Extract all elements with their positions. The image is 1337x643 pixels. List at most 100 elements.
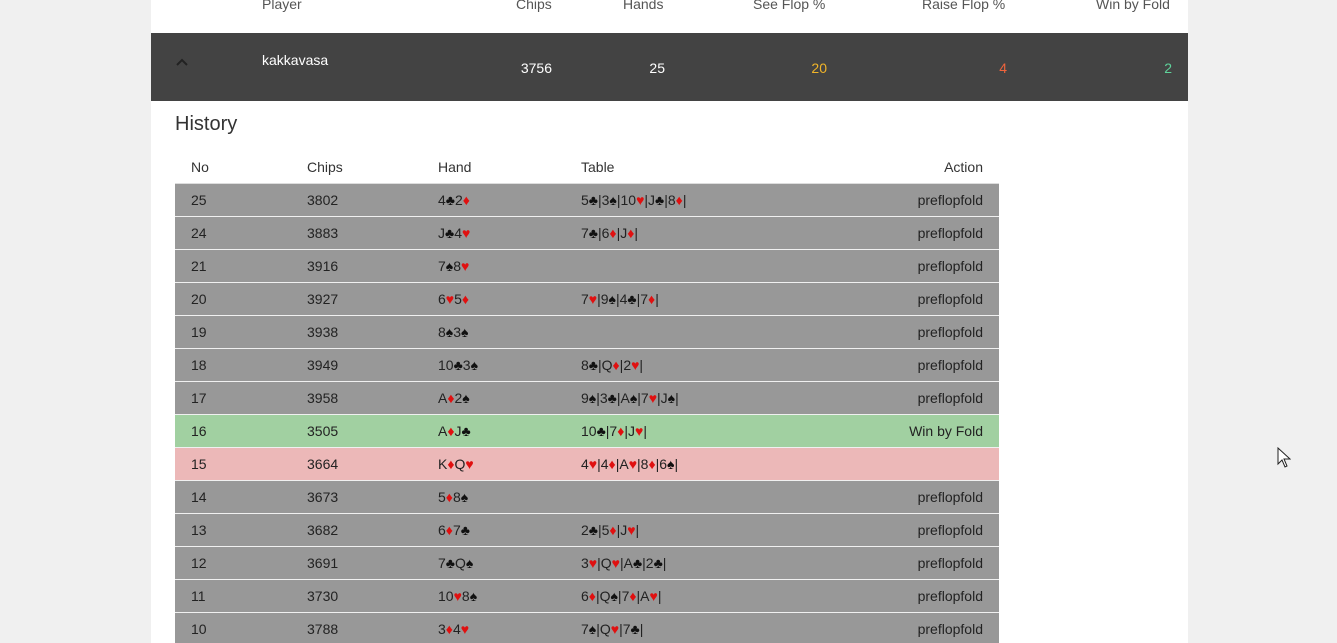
- history-hand: 6♥5♦: [422, 282, 565, 316]
- history-hand: J♣4♥: [422, 216, 565, 250]
- history-hand: A♦J♣: [422, 414, 565, 448]
- history-chips: 3916: [291, 249, 422, 283]
- history-action: preflopfold: [801, 315, 999, 349]
- col-action: Action: [801, 150, 999, 184]
- history-action: preflopfold: [801, 480, 999, 514]
- table-row: 21 3916 7♠8♥ preflopfold: [175, 249, 999, 283]
- table-row: 24 3883 J♣4♥ 7♣|6♦|J♦| preflopfold: [175, 216, 999, 250]
- history-chips: 3788: [291, 612, 422, 643]
- history-no: 15: [175, 447, 291, 481]
- table-row: 13 3682 6♦7♣ 2♣|5♦|J♥| preflopfold: [175, 513, 999, 547]
- history-chips: 3802: [291, 183, 422, 217]
- history-action: preflopfold: [801, 348, 999, 382]
- player-win-by-fold: 2: [1164, 60, 1172, 76]
- history-no: 16: [175, 414, 291, 448]
- history-hand: 6♦7♣: [422, 513, 565, 547]
- player-see-flop: 20: [811, 60, 827, 76]
- history-board: 5♣|3♠|10♥|J♣|8♦|: [565, 183, 801, 217]
- history-no: 10: [175, 612, 291, 643]
- history-hand: 10♣3♠: [422, 348, 565, 382]
- chevron-up-icon[interactable]: [175, 56, 189, 70]
- history-board: [565, 315, 801, 349]
- history-action: preflopfold: [801, 249, 999, 283]
- table-row: 18 3949 10♣3♠ 8♣|Q♦|2♥| preflopfold: [175, 348, 999, 382]
- history-chips: 3682: [291, 513, 422, 547]
- history-hand: 10♥8♠: [422, 579, 565, 613]
- history-chips: 3664: [291, 447, 422, 481]
- history-action: [801, 447, 999, 481]
- history-chips: 3949: [291, 348, 422, 382]
- history-no: 19: [175, 315, 291, 349]
- table-row: 16 3505 A♦J♣ 10♣|7♦|J♥| Win by Fold: [175, 414, 999, 448]
- history-table: No Chips Hand Table Action 25 3802 4♣2♦ 5♣|…: [175, 150, 999, 643]
- history-hand: 7♠8♥: [422, 249, 565, 283]
- history-action: preflopfold: [801, 513, 999, 547]
- history-board: 8♣|Q♦|2♥|: [565, 348, 801, 382]
- mouse-cursor-icon: [1277, 447, 1291, 468]
- history-no: 17: [175, 381, 291, 415]
- history-no: 12: [175, 546, 291, 580]
- player-hands: 25: [649, 60, 665, 76]
- history-hand: A♦2♠: [422, 381, 565, 415]
- history-no: 14: [175, 480, 291, 514]
- history-board: 3♥|Q♥|A♣|2♣|: [565, 546, 801, 580]
- player-name: kakkavasa: [262, 52, 329, 68]
- player-raise-flop: 4: [999, 60, 1007, 76]
- history-chips: 3958: [291, 381, 422, 415]
- history-chips: 3673: [291, 480, 422, 514]
- history-action: preflopfold: [801, 216, 999, 250]
- col-no: No: [175, 150, 291, 184]
- history-chips: 3505: [291, 414, 422, 448]
- history-no: 25: [175, 183, 291, 217]
- header-hands: Hands: [623, 0, 664, 12]
- history-action: preflopfold: [801, 282, 999, 316]
- history-no: 13: [175, 513, 291, 547]
- history-title: History: [175, 113, 238, 135]
- history-chips: 3927: [291, 282, 422, 316]
- history-chips: 3730: [291, 579, 422, 613]
- player-chips: 3756: [520, 60, 552, 76]
- header-raise-flop: Raise Flop %: [922, 0, 1006, 12]
- history-action: preflopfold: [801, 612, 999, 643]
- history-action: Win by Fold: [801, 414, 999, 448]
- table-row: 17 3958 A♦2♠ 9♠|3♣|A♠|7♥|J♠| preflopfold: [175, 381, 999, 415]
- history-hand: 7♣Q♠: [422, 546, 565, 580]
- header-chips: Chips: [516, 0, 552, 12]
- player-row[interactable]: kakkavasa 3756 25 20 4 2: [151, 33, 1188, 101]
- history-action: preflopfold: [801, 579, 999, 613]
- col-hand: Hand: [422, 150, 565, 184]
- table-row: 25 3802 4♣2♦ 5♣|3♠|10♥|J♣|8♦| preflopfold: [175, 183, 999, 217]
- table-row: 20 3927 6♥5♦ 7♥|9♠|4♣|7♦| preflopfold: [175, 282, 999, 316]
- history-action: preflopfold: [801, 546, 999, 580]
- history-body: 25 3802 4♣2♦ 5♣|3♠|10♥|J♣|8♦| preflopfold 24 3…: [175, 183, 999, 643]
- header-win-by-fold: Win by Fold: [1096, 0, 1170, 12]
- col-chips: Chips: [291, 150, 422, 184]
- header-player: Player: [262, 0, 302, 12]
- history-no: 21: [175, 249, 291, 283]
- history-chips: 3938: [291, 315, 422, 349]
- history-hand: 3♦4♥: [422, 612, 565, 643]
- history-board: 9♠|3♣|A♠|7♥|J♠|: [565, 381, 801, 415]
- history-chips: 3883: [291, 216, 422, 250]
- table-row: 14 3673 5♦8♠ preflopfold: [175, 480, 999, 514]
- table-row: 15 3664 K♦Q♥ 4♥|4♦|A♥|8♦|6♠|: [175, 447, 999, 481]
- history-hand: K♦Q♥: [422, 447, 565, 481]
- history-no: 20: [175, 282, 291, 316]
- history-board: [565, 249, 801, 283]
- history-board: 7♠|Q♥|7♣|: [565, 612, 801, 643]
- table-header: Player Chips Hands See Flop % Raise Flop…: [151, 0, 1188, 34]
- history-hand: 4♣2♦: [422, 183, 565, 217]
- history-board: 10♣|7♦|J♥|: [565, 414, 801, 448]
- history-action: preflopfold: [801, 381, 999, 415]
- header-see-flop: See Flop %: [753, 0, 826, 12]
- history-board: 6♦|Q♠|7♦|A♥|: [565, 579, 801, 613]
- history-board: 4♥|4♦|A♥|8♦|6♠|: [565, 447, 801, 481]
- table-row: 12 3691 7♣Q♠ 3♥|Q♥|A♣|2♣| preflopfold: [175, 546, 999, 580]
- stats-panel: Player Chips Hands See Flop % Raise Flop…: [151, 0, 1188, 643]
- table-row: 10 3788 3♦4♥ 7♠|Q♥|7♣| preflopfold: [175, 612, 999, 643]
- col-table: Table: [565, 150, 801, 184]
- history-no: 11: [175, 579, 291, 613]
- history-action: preflopfold: [801, 183, 999, 217]
- history-board: 2♣|5♦|J♥|: [565, 513, 801, 547]
- history-header-row: No Chips Hand Table Action: [175, 150, 999, 184]
